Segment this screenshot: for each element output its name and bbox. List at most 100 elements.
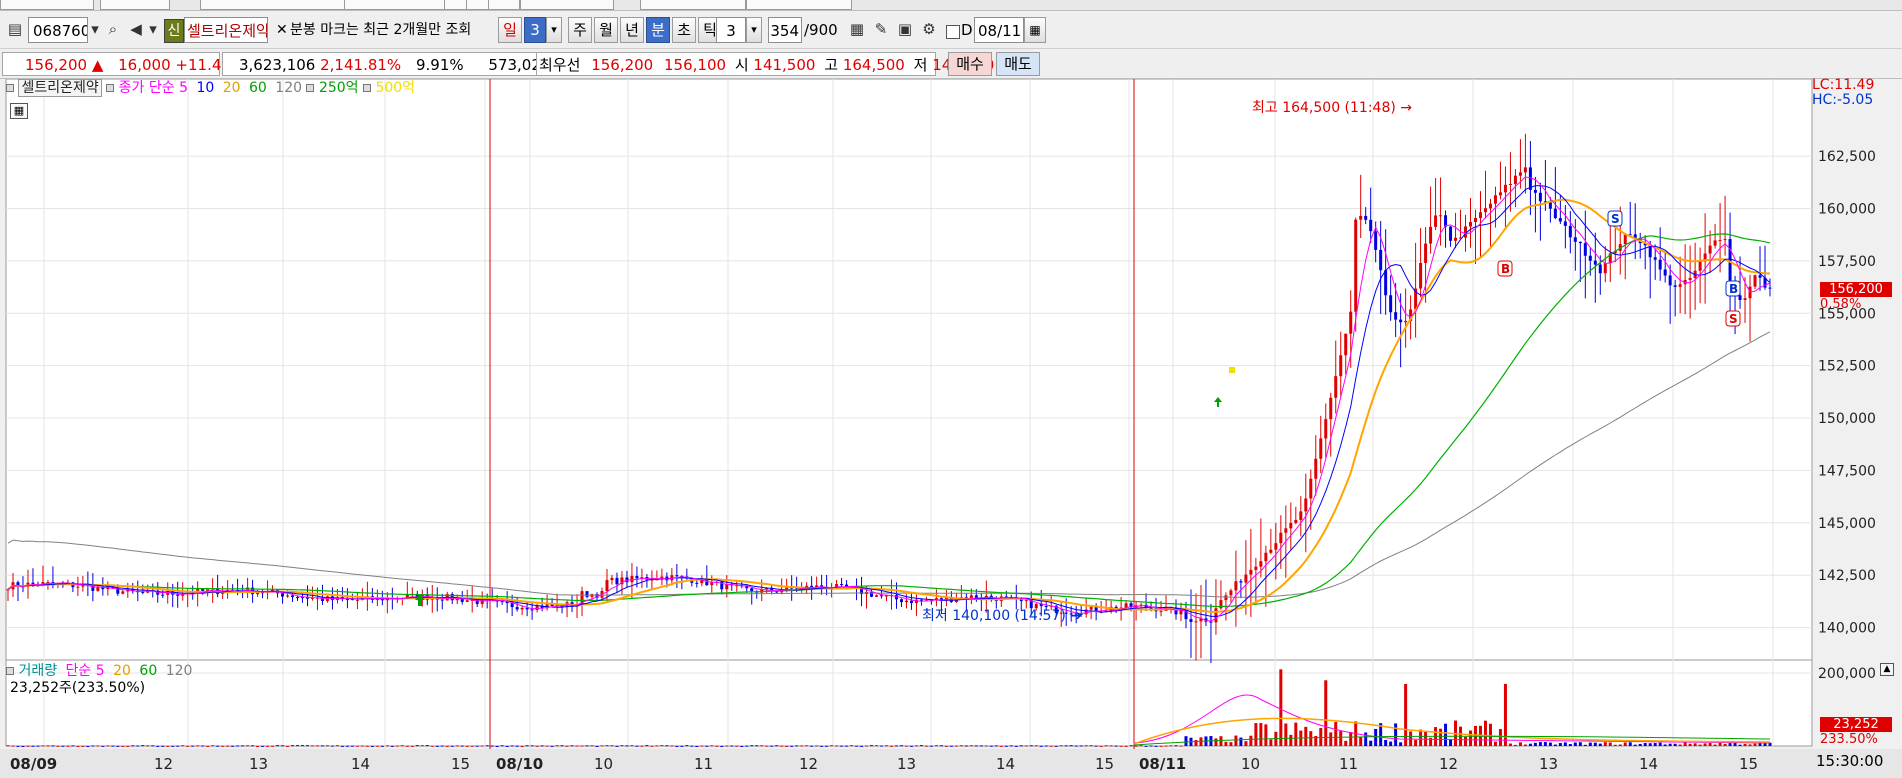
x-tick-label: 08/11 <box>1139 755 1186 773</box>
volume-bar <box>999 745 1003 747</box>
volume-bar <box>1528 743 1532 746</box>
period-count-button[interactable]: 3 <box>524 17 546 43</box>
price-volume-chart[interactable]: 162,500160,000157,500155,000152,500150,0… <box>0 79 1902 778</box>
candle-body <box>1314 458 1318 479</box>
legend-ma-60[interactable]: 60 <box>245 80 267 96</box>
legend-ma-5[interactable]: 5 <box>179 80 188 96</box>
candle-body <box>1279 532 1283 544</box>
top-strip-button[interactable] <box>488 0 520 10</box>
volume-bar <box>1394 723 1398 746</box>
search-icon[interactable]: ⌕ <box>102 16 124 42</box>
volume-bar <box>1139 745 1143 747</box>
volume-bar <box>1573 742 1577 746</box>
volume-bar <box>71 745 75 747</box>
candle-body <box>1533 189 1537 193</box>
volume-bar <box>575 745 579 747</box>
period-week-button[interactable]: 주 <box>568 17 592 43</box>
candle-body <box>1304 498 1308 512</box>
chevron-down-icon[interactable]: ▾ <box>746 17 762 43</box>
period-second-button[interactable]: 초 <box>672 17 696 43</box>
period-minute-button[interactable]: 분 <box>646 17 670 43</box>
candle-body <box>1469 222 1473 227</box>
volume-bar <box>1244 741 1248 746</box>
volume-bar <box>1688 743 1692 746</box>
volume-bar <box>281 745 285 747</box>
candle-body <box>1718 240 1722 242</box>
candle-body <box>1668 275 1672 286</box>
save-icon[interactable]: ▣ <box>894 16 916 42</box>
top-strip-button[interactable] <box>520 0 614 10</box>
top-strip-field[interactable] <box>100 0 170 10</box>
volume-bar <box>989 745 993 747</box>
volume-bar <box>1109 745 1113 747</box>
volume-bar <box>395 745 399 747</box>
panel-collapse-icon[interactable]: ▲ <box>1880 663 1894 676</box>
volume-bar <box>1304 726 1308 746</box>
date-checkbox[interactable] <box>946 25 960 39</box>
legend-ma-120[interactable]: 120 <box>271 80 302 96</box>
candle-body <box>440 599 444 601</box>
volume-bar <box>1269 739 1273 746</box>
price-tick-label: 150,000 <box>1818 411 1876 427</box>
candle-body <box>1439 215 1443 217</box>
speaker-icon[interactable]: ◀ <box>126 16 146 42</box>
volume-bar <box>1004 745 1008 747</box>
volume-bar <box>635 745 639 747</box>
volume-bar <box>1124 745 1128 747</box>
buy-button[interactable]: 매수 <box>948 52 992 76</box>
volume-bar <box>630 745 634 747</box>
period-year-button[interactable]: 년 <box>620 17 644 43</box>
chart-area[interactable]: 162,500 160,000 157,500 155,000 152,500 150,0… <box>0 77 1902 778</box>
candle-body <box>520 607 524 610</box>
legend-stock-name[interactable]: 셀트리온제약 <box>18 79 102 97</box>
count-input[interactable]: 354 <box>768 17 802 43</box>
legend-amount-500[interactable]: 500억 <box>375 80 415 96</box>
sell-button[interactable]: 매도 <box>996 52 1040 76</box>
grid-toggle-icon[interactable]: ▦ <box>10 103 28 119</box>
legend-ma-label[interactable]: 종가 단순 <box>119 80 175 96</box>
candle-body <box>1089 606 1093 610</box>
top-strip-button[interactable] <box>640 0 746 10</box>
volume-bar <box>300 745 304 747</box>
period-month-button[interactable]: 월 <box>594 17 618 43</box>
candle-body <box>1419 262 1423 289</box>
chart-tool-icon[interactable]: ▦ <box>846 16 868 42</box>
chevron-down-icon[interactable]: ▾ <box>146 16 160 42</box>
volume-bar <box>1234 735 1238 746</box>
top-strip-field[interactable] <box>0 0 94 10</box>
volume-bar <box>880 745 884 747</box>
volume-legend-120[interactable]: 120 <box>162 663 193 679</box>
draw-tool-icon[interactable]: ✎ <box>870 16 892 42</box>
volume-bar <box>1598 743 1602 746</box>
volume-bar <box>1089 745 1093 747</box>
candle-body <box>1678 284 1682 287</box>
legend-amount-250[interactable]: 250억 <box>319 80 359 96</box>
volume-bar <box>1359 736 1363 746</box>
top-strip-button[interactable] <box>344 0 454 10</box>
stock-code-input[interactable]: 068760 <box>28 17 88 43</box>
calendar-icon[interactable]: ▦ <box>1024 17 1046 43</box>
top-strip-button[interactable] <box>746 0 852 10</box>
volume-bar <box>1279 669 1283 746</box>
interval-input[interactable]: 3 <box>716 17 746 43</box>
chevron-down-icon[interactable]: ▾ <box>88 16 102 42</box>
volume-bar <box>221 745 225 747</box>
gear-icon[interactable]: ⚙ <box>918 16 940 42</box>
legend-ma-10[interactable]: 10 <box>192 80 214 96</box>
period-day-button[interactable]: 일 <box>498 17 522 43</box>
chevron-down-icon[interactable]: ▾ <box>546 17 562 43</box>
date-input[interactable]: 08/11 <box>974 17 1024 43</box>
top-strip-button[interactable] <box>200 0 354 10</box>
volume-bar <box>86 745 90 747</box>
legend-ma-20[interactable]: 20 <box>219 80 241 96</box>
x-tick-label: 12 <box>154 755 173 773</box>
volume-bar <box>1464 736 1468 746</box>
candle-body <box>1573 237 1577 242</box>
volume-bar <box>954 745 958 747</box>
volume-bar <box>545 745 549 747</box>
stock-name-field[interactable]: 셀트리온제약 <box>184 17 268 43</box>
volume-bar <box>515 745 519 747</box>
volume-bar <box>855 745 859 747</box>
layout-icon[interactable]: ▤ <box>4 16 26 42</box>
volume-bar <box>535 745 539 747</box>
